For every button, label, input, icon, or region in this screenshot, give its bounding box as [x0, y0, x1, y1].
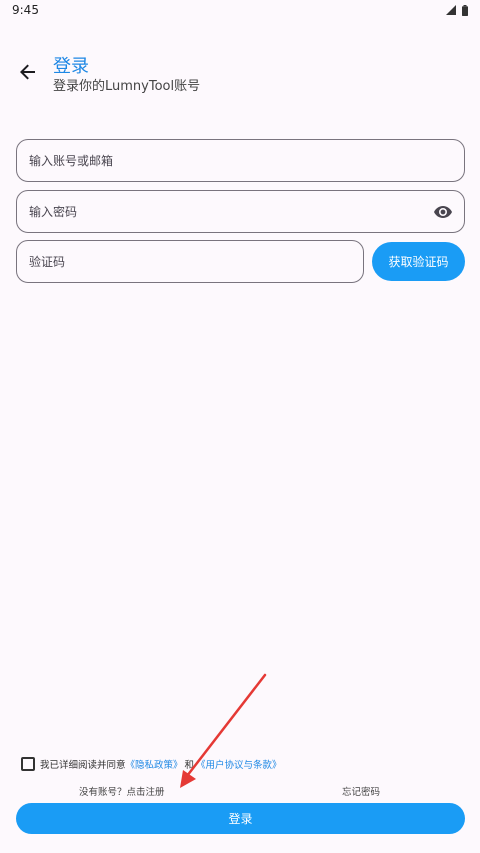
back-button[interactable]	[16, 60, 40, 84]
password-visibility-toggle[interactable]	[432, 201, 454, 223]
account-input[interactable]	[29, 140, 464, 181]
verification-code-input[interactable]	[29, 241, 363, 282]
forgot-password-link[interactable]: 忘记密码	[342, 784, 380, 798]
status-icons	[446, 4, 468, 16]
get-code-button[interactable]: 获取验证码	[372, 242, 465, 281]
privacy-policy-link[interactable]: 《隐私政策》	[126, 757, 183, 771]
password-input[interactable]	[29, 191, 420, 232]
account-field[interactable]	[16, 139, 465, 182]
page-subtitle: 登录你的LumnyTool账号	[53, 79, 201, 94]
login-button[interactable]: 登录	[16, 803, 465, 834]
agreement-and: 和	[184, 760, 195, 771]
terms-link[interactable]: 《用户协议与条款》	[196, 757, 282, 771]
arrow-left-icon	[20, 64, 35, 80]
signal-icon	[446, 5, 456, 15]
agreement-checkbox[interactable]	[21, 757, 35, 771]
battery-icon	[462, 4, 468, 16]
eye-icon	[434, 206, 452, 218]
annotation-arrow	[180, 673, 267, 788]
agreement-row: 我已详细阅读并同意 《隐私政策》 和 《用户协议与条款》	[21, 756, 282, 772]
register-link[interactable]: 没有账号？点击注册	[79, 784, 165, 798]
password-field[interactable]	[16, 190, 465, 233]
agreement-prefix: 我已详细阅读并同意	[40, 760, 126, 771]
verification-code-field[interactable]	[16, 240, 364, 283]
status-bar: 9:45	[0, 0, 480, 20]
status-time: 9:45	[12, 3, 39, 17]
